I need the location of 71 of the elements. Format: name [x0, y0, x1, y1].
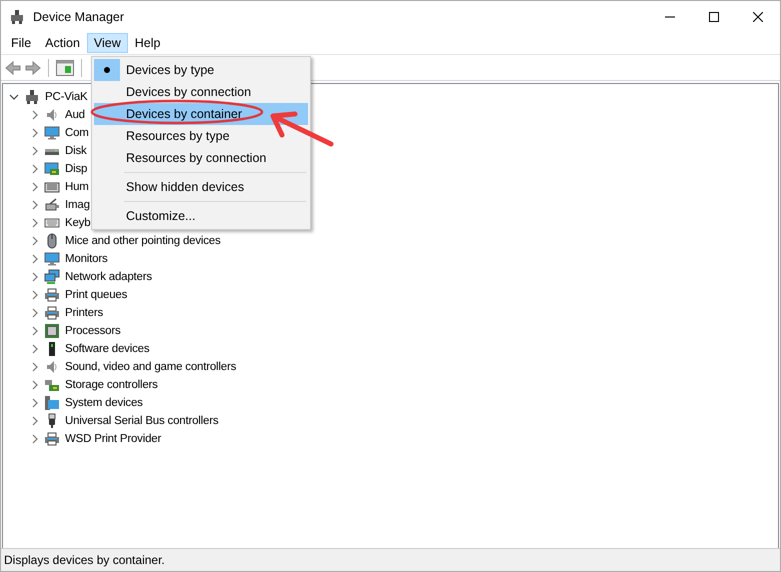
expand-chevron-icon[interactable]: [30, 146, 40, 156]
tree-item[interactable]: Processors: [65, 325, 121, 337]
menu-option[interactable]: Devices by connection: [94, 81, 308, 103]
expand-chevron-icon[interactable]: [30, 344, 40, 354]
expand-chevron-icon[interactable]: [30, 272, 40, 282]
menu-option[interactable]: Show hidden devices: [94, 176, 308, 198]
tree-item[interactable]: Hum: [65, 181, 89, 193]
expand-chevron-icon[interactable]: [30, 398, 40, 408]
tree-item[interactable]: Mice and other pointing devices: [65, 235, 221, 247]
close-icon[interactable]: [753, 12, 763, 22]
tree-item[interactable]: Keyb: [65, 217, 90, 229]
menu-item[interactable]: File: [4, 33, 38, 53]
expand-chevron-icon[interactable]: [30, 218, 40, 228]
expand-chevron-icon[interactable]: [30, 200, 40, 210]
expand-chevron-icon[interactable]: [30, 434, 40, 444]
chip-icon: [44, 323, 60, 339]
tree-item[interactable]: Printers: [65, 307, 104, 319]
expand-chevron-icon[interactable]: [30, 416, 40, 426]
annotation-arrow: [270, 112, 334, 146]
tree-item[interactable]: Universal Serial Bus controllers: [65, 415, 218, 427]
camera-icon: [44, 197, 60, 213]
printer-icon: [44, 287, 60, 303]
expand-chevron-icon[interactable]: [30, 164, 40, 174]
expand-chevron-icon[interactable]: [30, 362, 40, 372]
system-folder-icon: [44, 395, 60, 411]
tree-item[interactable]: Print queues: [65, 289, 128, 301]
expand-chevron-icon[interactable]: [30, 380, 40, 390]
window-title: Device Manager: [33, 10, 124, 24]
monitor-icon: [44, 125, 60, 141]
tree-item[interactable]: PC-ViaK: [45, 91, 88, 103]
collapse-chevron-icon[interactable]: [9, 92, 19, 102]
menu-option[interactable]: Devices by type: [94, 59, 308, 81]
tree-item[interactable]: Monitors: [65, 253, 108, 265]
tree-item[interactable]: Software devices: [65, 343, 150, 355]
monitor-icon: [44, 251, 60, 267]
expand-chevron-icon[interactable]: [30, 128, 40, 138]
printer-icon: [44, 305, 60, 321]
menu-option[interactable]: Resources by connection: [94, 147, 308, 169]
tree-item[interactable]: Sound, video and game controllers: [65, 361, 236, 373]
maximize-icon[interactable]: [709, 12, 719, 22]
menu-option[interactable]: Customize...: [94, 205, 308, 227]
tree-item[interactable]: Imag: [65, 199, 90, 211]
tree-item[interactable]: WSD Print Provider: [65, 433, 162, 445]
computer-icon: [24, 89, 40, 105]
tree-item[interactable]: Disk: [65, 145, 87, 157]
tree-item[interactable]: System devices: [65, 397, 143, 409]
tree-item[interactable]: Network adapters: [65, 271, 152, 283]
expand-chevron-icon[interactable]: [30, 182, 40, 192]
menu-item[interactable]: Action: [38, 33, 87, 53]
expand-chevron-icon[interactable]: [30, 236, 40, 246]
back-arrow-icon[interactable]: [5, 60, 21, 76]
tree-item[interactable]: Aud: [65, 109, 85, 121]
menu-option[interactable]: Resources by type: [94, 125, 308, 147]
tree-item[interactable]: Storage controllers: [65, 379, 158, 391]
app-icon: [9, 8, 25, 24]
expand-chevron-icon[interactable]: [30, 308, 40, 318]
tree-item[interactable]: Com: [65, 127, 89, 139]
menu-item[interactable]: Help: [128, 33, 168, 53]
tree-item[interactable]: Disp: [65, 163, 88, 175]
display-adapter-icon: [44, 161, 60, 177]
printer-icon: [44, 431, 60, 447]
network-icon: [44, 269, 60, 285]
properties-icon[interactable]: [56, 60, 74, 76]
expand-chevron-icon[interactable]: [30, 326, 40, 336]
storage-controller-icon: [44, 377, 60, 393]
expand-chevron-icon[interactable]: [30, 110, 40, 120]
forward-arrow-icon[interactable]: [25, 60, 41, 76]
expand-chevron-icon[interactable]: [30, 290, 40, 300]
status-text: Displays devices by container.: [4, 553, 165, 567]
menu-item[interactable]: View: [86, 33, 128, 53]
expand-chevron-icon[interactable]: [30, 254, 40, 264]
